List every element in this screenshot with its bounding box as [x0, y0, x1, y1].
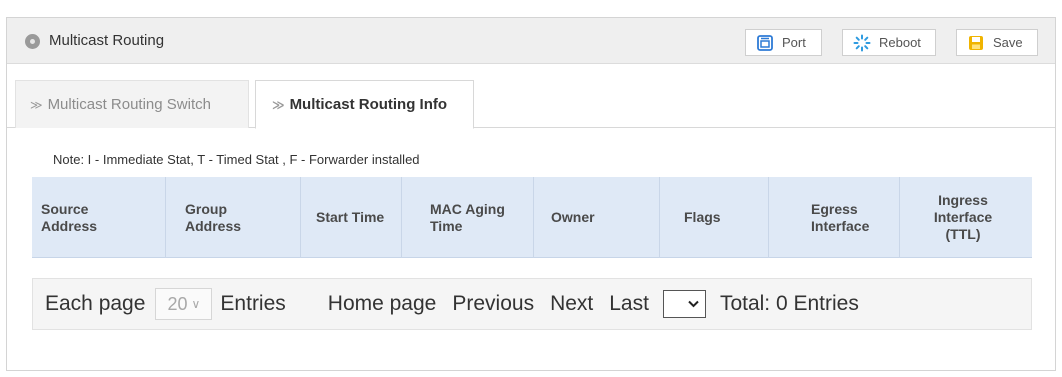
port-button[interactable]: Port	[745, 29, 822, 56]
chevron-down-icon	[688, 297, 699, 311]
chevron-down-icon: ∨	[191, 297, 201, 311]
title-bullet-icon	[25, 34, 40, 49]
home-page-link[interactable]: Home page	[328, 292, 437, 316]
save-button[interactable]: Save	[956, 29, 1038, 56]
column-header-owner[interactable]: Owner	[534, 177, 660, 258]
column-header-mac-aging-time[interactable]: MAC Aging Time	[402, 177, 534, 258]
table-header: Source Address Group Address Start Time MA…	[32, 177, 1032, 258]
panel-header: Multicast Routing Port Reboot Save	[7, 18, 1055, 64]
page-number-select[interactable]	[662, 290, 706, 318]
column-header-source-address[interactable]: Source Address	[32, 177, 166, 258]
double-chevron-right-icon: ≫	[30, 97, 43, 112]
column-header-start-time[interactable]: Start Time	[301, 177, 402, 258]
page-size-value: 20	[167, 293, 188, 314]
reboot-icon	[853, 34, 871, 52]
last-page-link[interactable]: Last	[609, 292, 649, 316]
previous-page-link[interactable]: Previous	[452, 292, 534, 316]
page-size-select[interactable]: 20 ∨	[155, 288, 213, 320]
column-header-flags[interactable]: Flags	[660, 177, 769, 258]
tab-label: Multicast Routing Switch	[47, 96, 211, 113]
column-header-ingress-interface-ttl[interactable]: Ingress Interface (TTL)	[900, 177, 1032, 258]
entries-label: Entries	[220, 292, 286, 315]
tab-multicast-routing-info[interactable]: ≫ Multicast Routing Info	[255, 80, 474, 129]
save-icon	[967, 34, 985, 52]
tab-bar: ≫ Multicast Routing Switch ≫ Multicast R…	[7, 80, 1055, 129]
port-icon	[756, 34, 774, 52]
tab-label: Multicast Routing Info	[289, 96, 448, 113]
legend-note: Note: I - Immediate Stat, T - Timed Stat…	[53, 152, 420, 167]
tab-multicast-routing-switch[interactable]: ≫ Multicast Routing Switch	[15, 80, 249, 128]
each-page-label: Each page	[45, 292, 146, 315]
double-chevron-right-icon: ≫	[272, 97, 285, 112]
save-button-label: Save	[993, 35, 1023, 50]
column-header-group-address[interactable]: Group Address	[166, 177, 301, 258]
reboot-button-label: Reboot	[879, 35, 921, 50]
pagination-bar: Each page 20 ∨ Entries Home page Previou…	[32, 278, 1032, 330]
reboot-button[interactable]: Reboot	[842, 29, 936, 56]
next-page-link[interactable]: Next	[550, 292, 593, 316]
page-title: Multicast Routing	[49, 32, 165, 49]
column-header-egress-interface[interactable]: Egress Interface	[769, 177, 900, 258]
total-entries: Total: 0 Entries	[719, 292, 859, 315]
port-button-label: Port	[782, 35, 806, 50]
